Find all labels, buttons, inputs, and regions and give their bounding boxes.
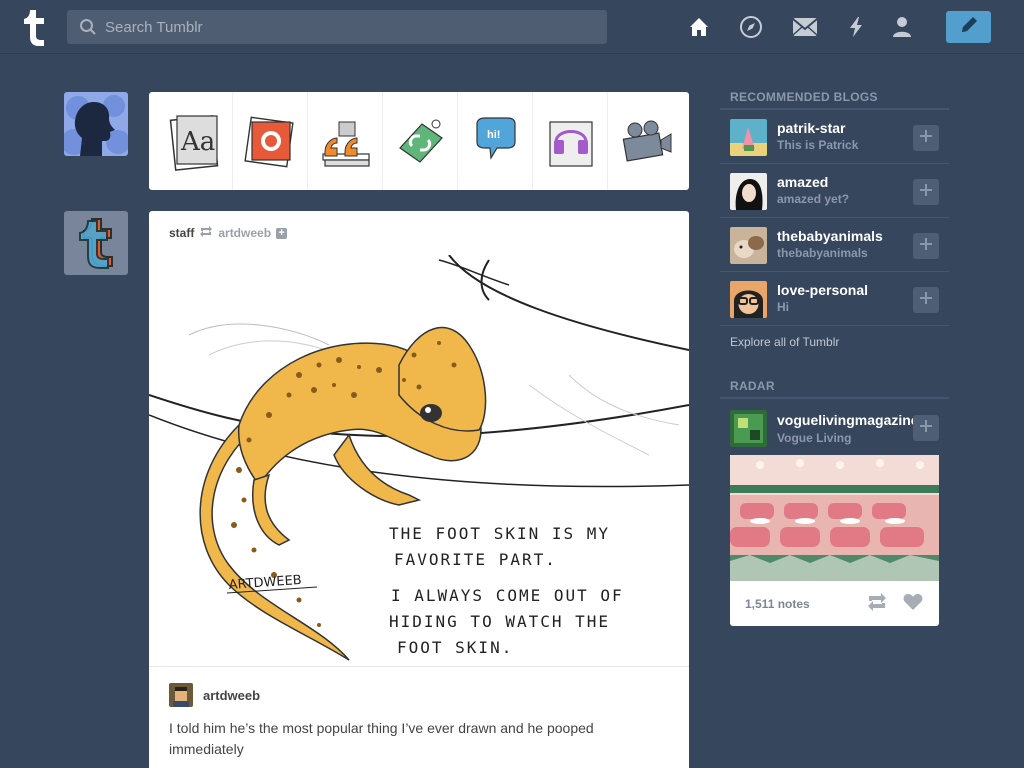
sidebar-divider <box>720 397 949 399</box>
explore-all-link[interactable]: Explore all of Tumblr <box>730 335 839 349</box>
notes-count[interactable]: 1,511 notes <box>745 597 810 611</box>
radar-blog-row[interactable]: voguelivingmagazine Vogue Living <box>720 400 949 456</box>
follow-button[interactable] <box>913 125 939 151</box>
video-post-icon <box>622 120 672 162</box>
post-chat-button[interactable]: hi! <box>457 92 532 190</box>
svg-text:THE FOOT SKIN IS MY: THE FOOT SKIN IS MY <box>389 524 610 543</box>
follow-button[interactable] <box>913 233 939 259</box>
search-input[interactable] <box>105 10 595 44</box>
blog-name[interactable]: amazed <box>777 174 917 190</box>
text-post-icon: Aa <box>169 115 218 171</box>
post-type-picker: Aa hi! <box>149 92 689 190</box>
search-box[interactable] <box>67 10 607 44</box>
svg-text:I ALWAYS COME OUT OF: I ALWAYS COME OUT OF <box>391 586 624 605</box>
svg-text:FOOT SKIN.: FOOT SKIN. <box>397 638 513 657</box>
post-divider <box>149 666 689 667</box>
post-illustration: ARTDWEEB THE FOOT SKIN IS MY FAVORITE PA… <box>149 254 689 665</box>
post-link-button[interactable] <box>382 92 457 190</box>
explore-compass-icon[interactable] <box>738 14 764 40</box>
tumblr-logo[interactable] <box>17 7 51 47</box>
account-person-icon[interactable] <box>889 14 915 40</box>
blog-name[interactable]: love-personal <box>777 282 917 298</box>
radar-post-card[interactable]: 1,511 notes <box>730 455 939 626</box>
blog-description: This is Patrick <box>777 138 859 152</box>
link-post-icon <box>399 119 443 163</box>
blog-name[interactable]: patrik-star <box>777 120 917 136</box>
photo-post-icon <box>244 116 294 168</box>
quote-post-icon <box>322 121 370 167</box>
artdweeb-avatar[interactable] <box>169 683 193 707</box>
activity-lightning-icon[interactable] <box>843 14 869 40</box>
dashboard-post: staff artdweeb + ARTDWEEB THE FOOT SKIN … <box>149 211 689 768</box>
poster-name[interactable]: staff <box>169 226 194 240</box>
plus-icon <box>920 291 932 309</box>
reblog-icon <box>199 226 213 240</box>
top-bar <box>0 0 1024 54</box>
blog-avatar[interactable] <box>730 281 767 318</box>
recommended-blog-row[interactable]: patrik-star This is Patrick <box>720 110 949 164</box>
blog-description: Hi <box>777 300 789 314</box>
plus-icon <box>920 419 932 437</box>
post-text-button[interactable]: Aa <box>157 92 232 190</box>
blog-avatar[interactable] <box>730 227 767 264</box>
svg-text:FAVORITE PART.: FAVORITE PART. <box>394 550 557 569</box>
search-icon <box>79 18 97 41</box>
home-icon[interactable] <box>686 14 712 40</box>
follow-plus-icon[interactable]: + <box>276 227 288 239</box>
follow-button[interactable] <box>913 179 939 205</box>
blog-avatar[interactable] <box>730 173 767 210</box>
compose-post-button[interactable] <box>946 11 991 43</box>
blog-name[interactable]: thebabyanimals <box>777 228 917 244</box>
plus-icon <box>920 129 932 147</box>
radar-heading: RADAR <box>730 379 775 393</box>
svg-text:hi!: hi! <box>487 129 500 141</box>
post-header: staff artdweeb + <box>169 226 288 240</box>
post-photo-button[interactable] <box>232 92 307 190</box>
svg-text:HIDING TO WATCH THE: HIDING TO WATCH THE <box>389 612 610 631</box>
chat-post-icon: hi! <box>476 117 516 160</box>
recommended-blog-row[interactable]: thebabyanimals thebabyanimals <box>720 218 949 272</box>
blog-name[interactable]: voguelivingmagazine <box>777 412 917 428</box>
staff-avatar[interactable] <box>64 211 128 275</box>
inbox-mail-icon[interactable] <box>792 14 818 40</box>
svg-text:Aa: Aa <box>180 127 215 157</box>
pencil-icon <box>959 15 979 40</box>
follow-button[interactable] <box>913 287 939 313</box>
post-quote-button[interactable] <box>307 92 382 190</box>
reblogged-from-name[interactable]: artdweeb <box>218 226 271 240</box>
blog-description: thebabyanimals <box>777 246 868 260</box>
post-caption: I told him he’s the most popular thing I… <box>169 720 594 757</box>
recommended-blog-row[interactable]: love-personal Hi <box>720 272 949 326</box>
blog-avatar[interactable] <box>730 119 767 156</box>
user-avatar[interactable] <box>64 92 128 156</box>
blog-description: amazed yet? <box>777 192 850 206</box>
follow-button[interactable] <box>913 415 939 441</box>
reblog-username[interactable]: artdweeb <box>203 688 260 703</box>
recommended-blogs-heading: RECOMMENDED BLOGS <box>730 90 878 104</box>
blog-avatar[interactable] <box>730 410 767 447</box>
blog-description: Vogue Living <box>777 431 852 445</box>
post-audio-button[interactable] <box>532 92 607 190</box>
recommended-blog-row[interactable]: amazed amazed yet? <box>720 164 949 218</box>
like-heart-icon[interactable] <box>903 593 923 616</box>
audio-post-icon <box>549 121 593 167</box>
plus-icon <box>920 237 932 255</box>
reblog-trail-user: artdweeb <box>169 683 260 707</box>
post-video-button[interactable] <box>607 92 682 190</box>
reblog-icon[interactable] <box>866 593 888 616</box>
radar-post-image[interactable] <box>730 455 939 581</box>
plus-icon <box>920 183 932 201</box>
